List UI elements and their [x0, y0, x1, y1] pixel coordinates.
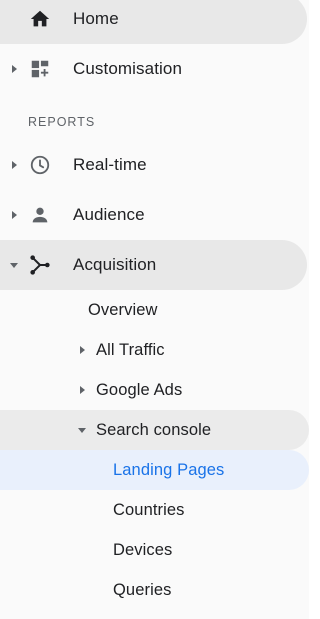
nav-item-label: Home	[73, 9, 119, 28]
nav-subitem-overview[interactable]: Overview	[0, 290, 309, 330]
nav-subitem-countries[interactable]: Countries	[0, 490, 309, 530]
nav-subitem-devices[interactable]: Devices	[0, 530, 309, 570]
caret-right-icon[interactable]	[80, 346, 85, 354]
nav-subitem-all-traffic[interactable]: All Traffic	[0, 330, 309, 370]
clock-icon	[28, 153, 52, 177]
dashboard-add-icon	[28, 57, 52, 81]
nav-item-label: All Traffic	[96, 340, 165, 359]
nav-subitem-search-console[interactable]: Search console	[0, 410, 309, 450]
caret-right-icon[interactable]	[12, 211, 17, 219]
caret-right-icon[interactable]	[80, 386, 85, 394]
nav-item-label: Countries	[113, 500, 185, 519]
nav-item-home[interactable]: Home	[0, 0, 307, 44]
nav-item-label: Landing Pages	[113, 460, 225, 479]
person-icon	[28, 203, 52, 227]
nav-item-audience[interactable]: Audience	[0, 190, 309, 240]
nav-item-label: Real-time	[73, 155, 147, 174]
nav-item-label: Customisation	[73, 59, 183, 78]
nav-item-label: Queries	[113, 580, 172, 599]
nav-item-acquisition[interactable]: Acquisition	[0, 240, 307, 290]
nav-item-label: Overview	[88, 300, 158, 319]
nav-subitem-google-ads[interactable]: Google Ads	[0, 370, 309, 410]
nav-item-label: Google Ads	[96, 380, 183, 399]
nav-item-label: Audience	[73, 205, 145, 224]
nav-item-label: Acquisition	[73, 255, 157, 274]
caret-down-icon[interactable]	[78, 428, 86, 433]
nav-item-customisation[interactable]: Customisation	[0, 44, 309, 94]
reports-section-header: REPORTS	[28, 115, 96, 129]
caret-right-icon[interactable]	[12, 65, 17, 73]
caret-down-icon[interactable]	[10, 263, 18, 268]
nav-subitem-queries[interactable]: Queries	[0, 570, 309, 610]
caret-right-icon[interactable]	[12, 161, 17, 169]
nav-item-label: Search console	[96, 420, 212, 439]
home-icon	[28, 7, 52, 31]
nav-item-realtime[interactable]: Real-time	[0, 140, 309, 190]
nav-item-label: Devices	[113, 540, 173, 559]
nav-subitem-landing-pages[interactable]: Landing Pages	[0, 450, 309, 490]
acquisition-icon	[28, 253, 52, 277]
sidebar-nav: Home Customisation REPORTS Real-time Aud…	[0, 0, 309, 619]
